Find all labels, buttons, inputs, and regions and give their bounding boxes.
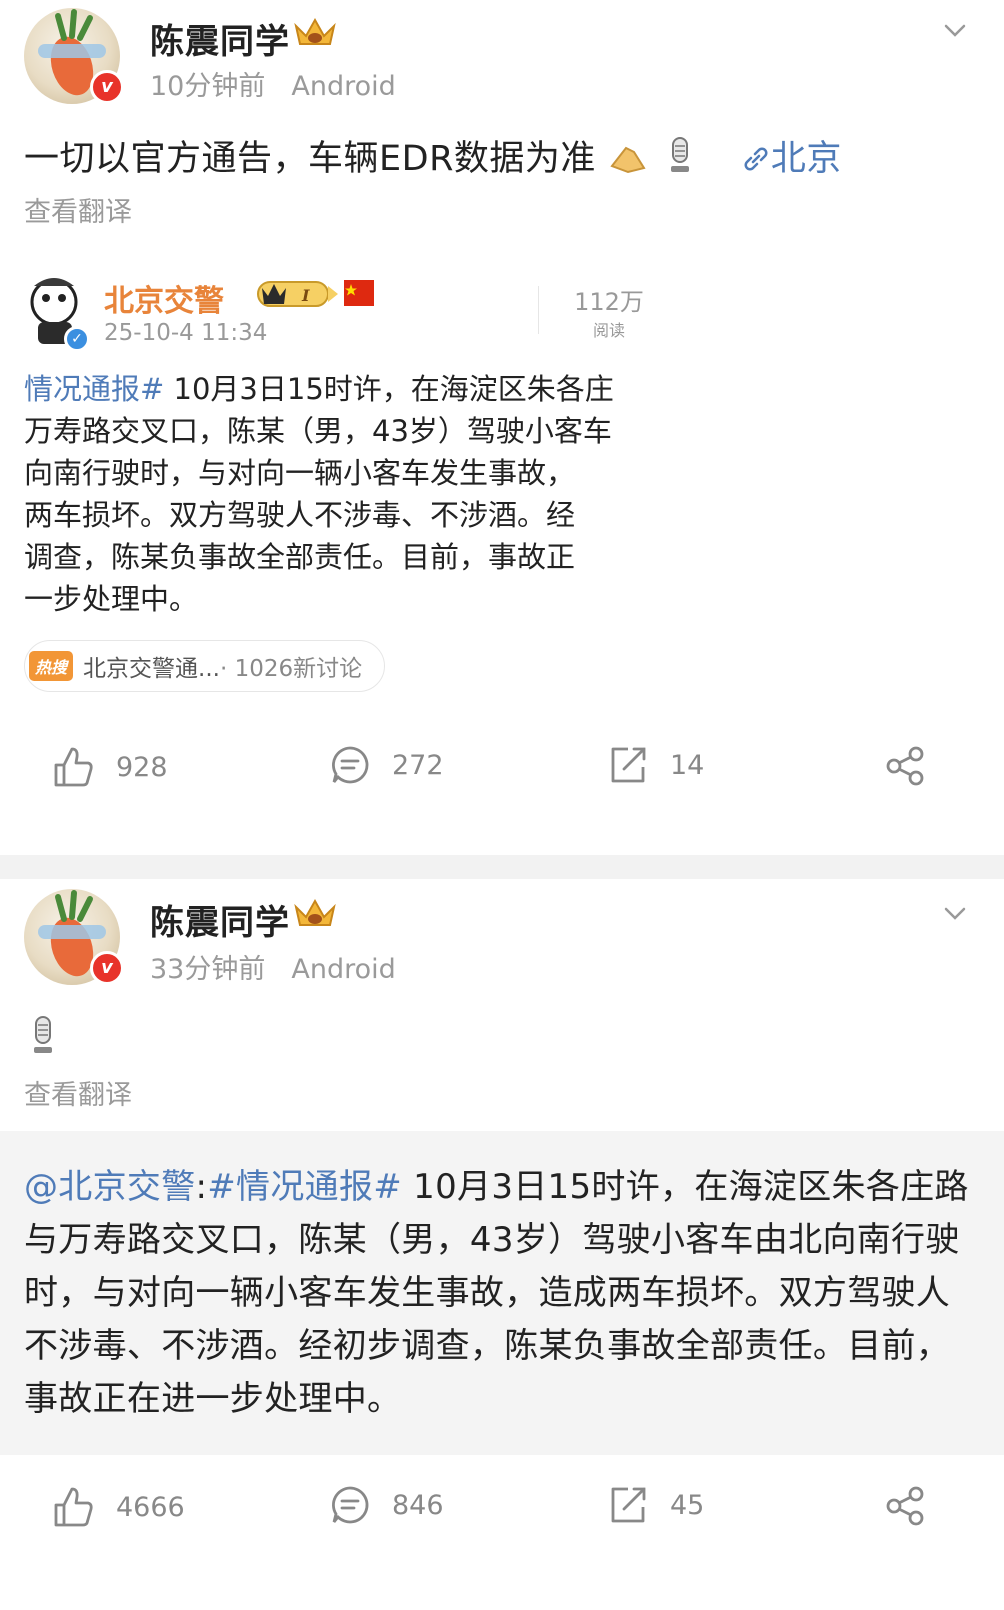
- translate-link[interactable]: 查看翻译: [24, 1073, 132, 1112]
- post-time: 10分钟前: [150, 71, 266, 102]
- share-button[interactable]: [884, 1485, 948, 1527]
- hot-search-pill[interactable]: 热搜 北京交警通... · 1026新讨论: [24, 640, 386, 692]
- verified-icon: ✓: [64, 326, 90, 352]
- like-count: 928: [116, 751, 168, 783]
- post-meta: 10分钟前 Android: [150, 64, 396, 103]
- quote-text: 情况通报# 10月3日15时许，在海淀区朱各庄 万寿路交叉口，陈某（男，43岁）…: [24, 368, 664, 620]
- share-icon: [886, 746, 924, 786]
- post-meta: 33分钟前 Android: [150, 947, 396, 986]
- action-bar: 4666 846 45: [0, 1485, 1004, 1545]
- mention-link[interactable]: @北京交警: [24, 1167, 196, 1207]
- hashtag-link[interactable]: #情况通报#: [207, 1167, 402, 1207]
- repost-text: @北京交警:#情况通报# 10月3日15时许，在海淀区朱各庄路与万寿路交叉口，陈…: [24, 1161, 974, 1426]
- post-device: Android: [291, 71, 396, 102]
- divider: [538, 286, 539, 334]
- like-icon: [54, 1487, 93, 1527]
- post-text: 一切以官方通告，车辆EDR数据为准 北京: [24, 130, 842, 181]
- quote-line: 一步处理中。: [24, 582, 199, 616]
- share-icon: [886, 1486, 924, 1526]
- hot-search-title: 北京交警通...: [83, 656, 220, 682]
- clap-emoji-icon: [609, 146, 646, 174]
- hashtag-link[interactable]: 情况通报#: [24, 372, 164, 406]
- avatar[interactable]: v: [24, 8, 124, 104]
- location-link[interactable]: 北京: [741, 139, 842, 179]
- repost-icon: [611, 747, 646, 783]
- repost-icon: [611, 1487, 646, 1523]
- post-2: v 陈震同学 33分钟前 Android 查看翻译 @北京交警:#情况通报# 10…: [0, 879, 1004, 1610]
- post-device: Android: [291, 954, 396, 985]
- repost-colon: :: [195, 1167, 208, 1207]
- chevron-down-icon[interactable]: [940, 16, 970, 46]
- repost-count: 45: [670, 1489, 705, 1521]
- hot-search-logo: 热搜: [29, 651, 74, 681]
- microphone-emoji-icon: [34, 1016, 52, 1053]
- microphone-emoji-icon: [671, 137, 690, 172]
- quote-line: 万寿路交叉口，陈某（男，43岁）驾驶小客车: [24, 414, 612, 448]
- like-icon: [54, 747, 93, 787]
- weibo-feed: v 陈震同学 10分钟前 Android 一切以官方通告，车辆EDR数据为准 北…: [0, 0, 1004, 1610]
- link-icon: [744, 147, 768, 171]
- share-button[interactable]: [884, 745, 948, 787]
- post-text-content: 一切以官方通告，车辆EDR数据为准: [24, 139, 596, 179]
- read-count-number: 112万: [574, 288, 644, 316]
- verified-icon: v: [90, 70, 124, 104]
- comment-icon: [332, 746, 369, 784]
- location-text: 北京: [770, 139, 842, 179]
- quote-time: 25-10-4 11:34: [104, 320, 268, 346]
- vip-crown-icon: I: [257, 281, 338, 307]
- action-bar: 928 272 14: [0, 745, 1004, 805]
- comment-count: 846: [392, 1489, 444, 1521]
- post-1: v 陈震同学 10分钟前 Android 一切以官方通告，车辆EDR数据为准 北…: [0, 0, 1004, 855]
- verified-icon: v: [90, 951, 124, 985]
- vip-crown-icon: [294, 898, 336, 926]
- flag-icon: [344, 280, 374, 306]
- quote-line: 两车损坏。双方驾驶人不涉毒、不涉酒。经: [24, 498, 576, 532]
- repost-button[interactable]: 45: [608, 1485, 704, 1525]
- quote-line: 10月3日15时许，在海淀区朱各庄: [164, 372, 614, 406]
- like-button[interactable]: 928: [52, 745, 168, 789]
- feed-divider: [0, 855, 1004, 879]
- quote-avatar[interactable]: ✓: [24, 272, 90, 352]
- comment-count: 272: [392, 749, 444, 781]
- reposted-content[interactable]: @北京交警:#情况通报# 10月3日15时许，在海淀区朱各庄路与万寿路交叉口，陈…: [0, 1131, 1004, 1455]
- svg-text:I: I: [301, 286, 310, 305]
- like-count: 4666: [116, 1491, 185, 1523]
- repost-button[interactable]: 14: [608, 745, 704, 785]
- comment-button[interactable]: 272: [330, 745, 444, 785]
- repost-count: 14: [670, 749, 705, 781]
- vip-crown-icon: [294, 17, 336, 45]
- quote-line: 调查，陈某负事故全部责任。目前，事故正: [24, 540, 576, 574]
- quote-author[interactable]: 北京交警: [104, 276, 224, 320]
- author-name[interactable]: 陈震同学: [150, 14, 290, 63]
- quote-line: 向南行驶时，与对向一辆小客车发生事故，: [24, 456, 576, 490]
- comment-icon: [332, 1486, 369, 1524]
- quoted-post[interactable]: ✓ 北京交警 I 25-10-4 11:34 112万 阅读 情况通报# 10月…: [24, 268, 664, 708]
- translate-link[interactable]: 查看翻译: [24, 190, 132, 229]
- like-button[interactable]: 4666: [52, 1485, 185, 1529]
- hot-search-count: · 1026新讨论: [219, 656, 363, 682]
- avatar[interactable]: v: [24, 889, 124, 985]
- comment-button[interactable]: 846: [330, 1485, 444, 1525]
- chevron-down-icon[interactable]: [940, 899, 970, 929]
- author-name[interactable]: 陈震同学: [150, 895, 290, 944]
- read-count: 112万 阅读: [564, 282, 654, 341]
- post-time: 33分钟前: [150, 954, 266, 985]
- read-count-unit: 阅读: [592, 321, 625, 340]
